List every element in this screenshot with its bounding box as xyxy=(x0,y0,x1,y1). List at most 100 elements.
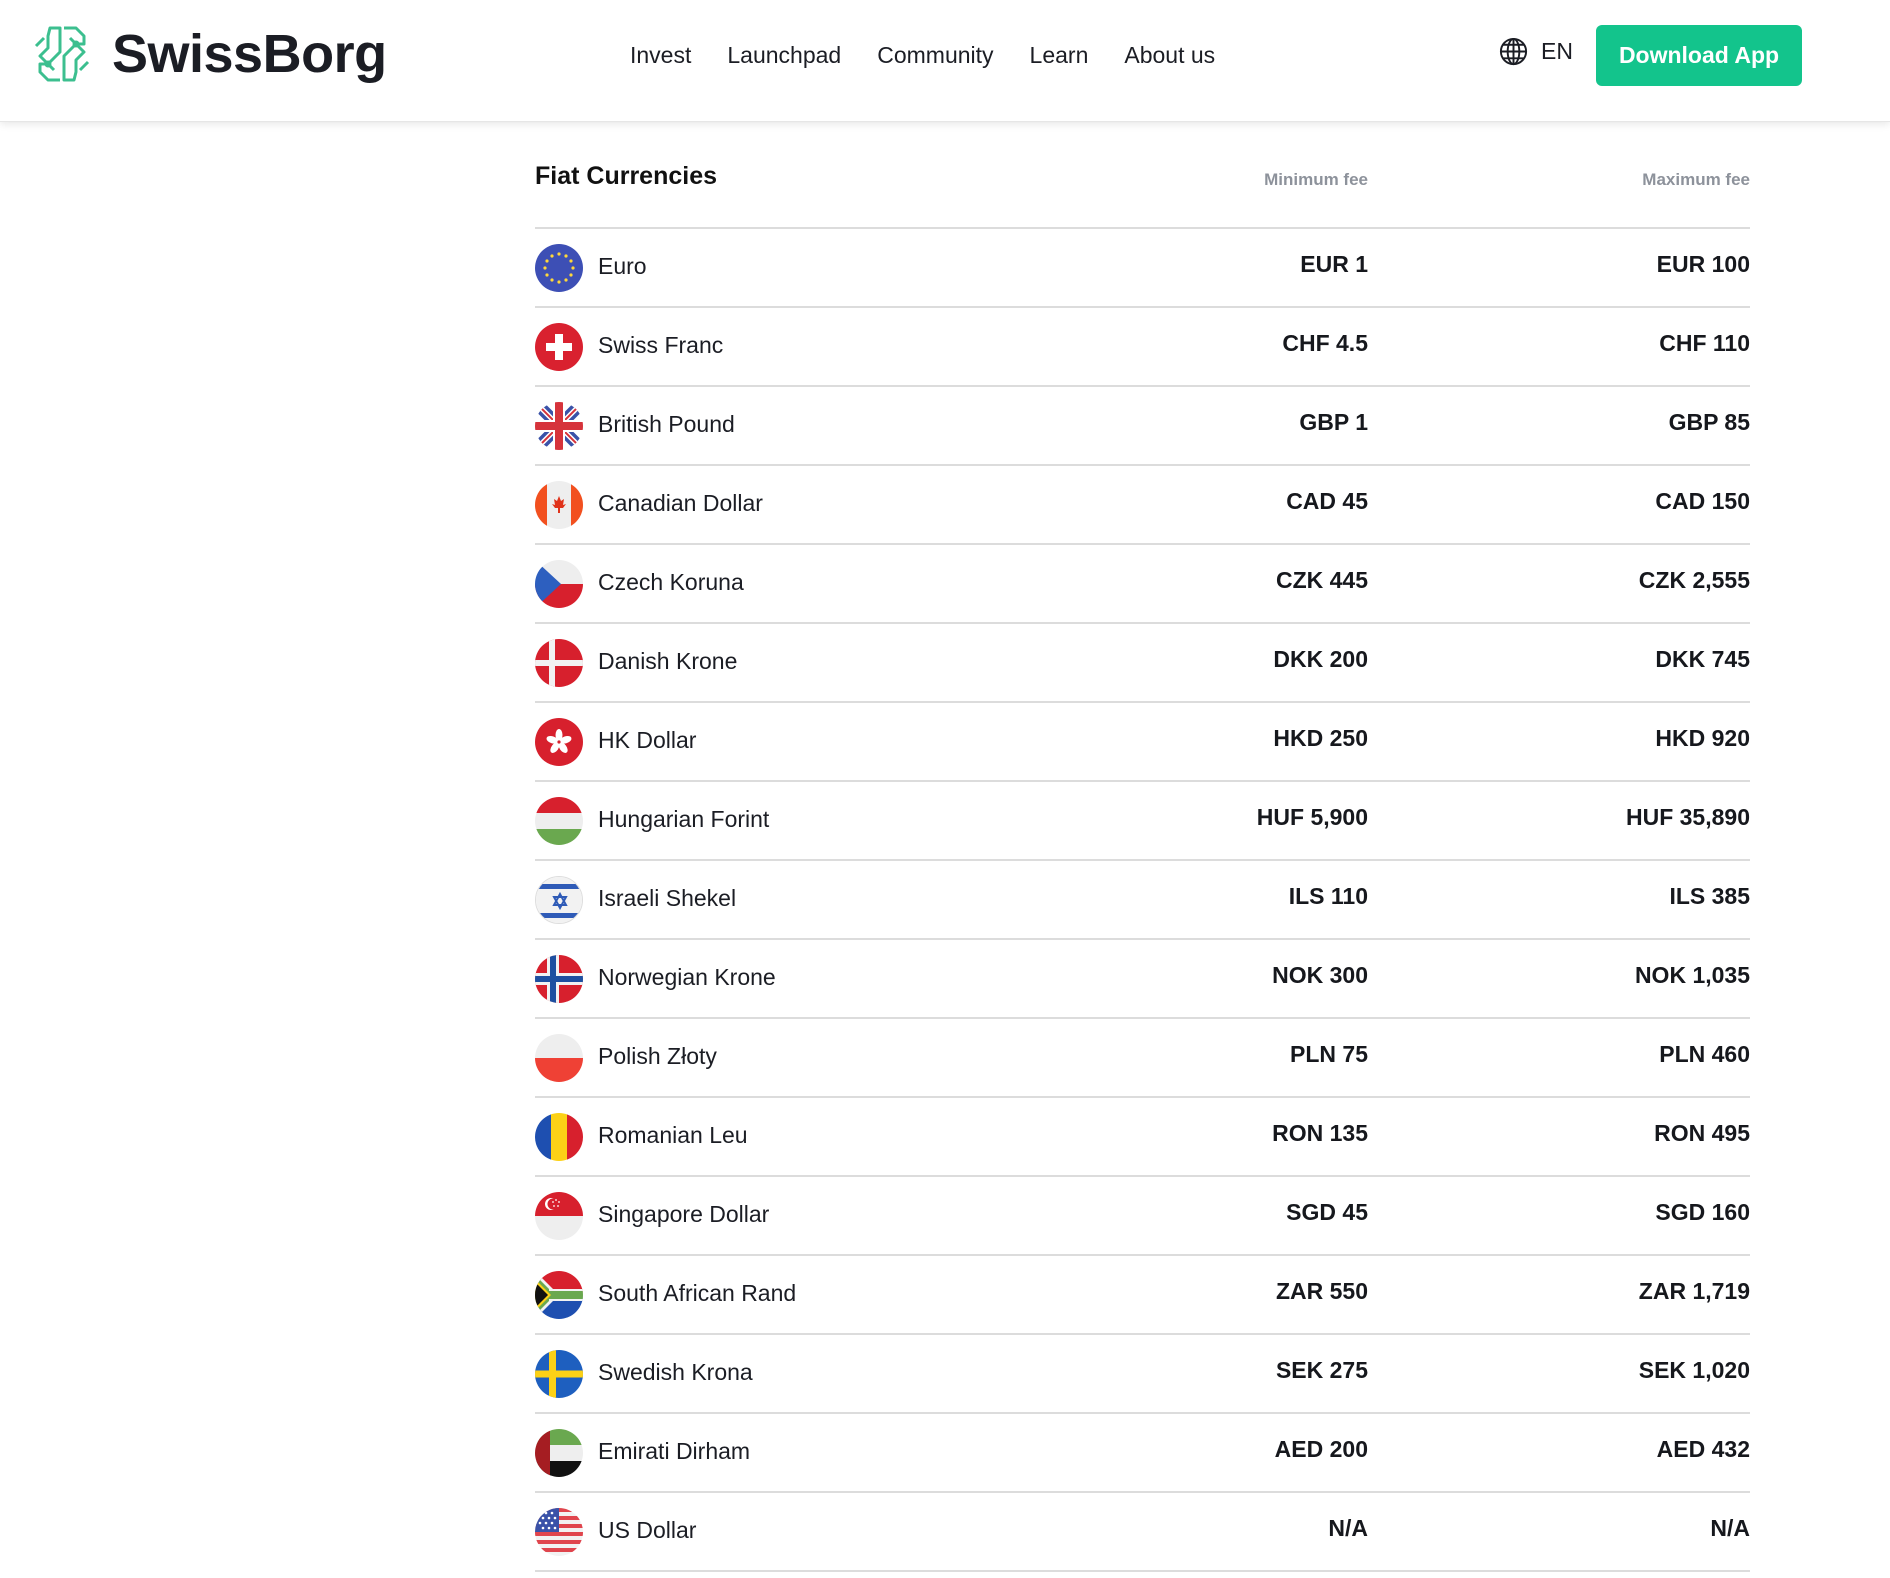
table-row: Israeli Shekel ILS 110 ILS 385 xyxy=(535,861,1750,940)
min-fee-value: GBP 1 xyxy=(1299,409,1368,435)
table-row: Emirati Dirham AED 200 AED 432 xyxy=(535,1414,1750,1493)
eu-flag-icon xyxy=(535,244,583,292)
table-row: Euro EUR 1 EUR 100 xyxy=(535,229,1750,308)
max-fee-value: CAD 150 xyxy=(1655,488,1750,514)
min-fee-value: NOK 300 xyxy=(1272,962,1368,988)
fiat-fees-table: Fiat Currencies Minimum fee Maximum fee … xyxy=(535,140,1750,1572)
no-flag-icon xyxy=(535,955,583,1003)
logo-link[interactable]: SwissBorg xyxy=(30,22,387,86)
pl-flag-icon xyxy=(535,1034,583,1082)
table-row: Swedish Krona SEK 275 SEK 1,020 xyxy=(535,1335,1750,1414)
swissborg-logo-icon xyxy=(34,26,90,82)
gb-flag-icon xyxy=(535,402,583,450)
section-title: Fiat Currencies xyxy=(535,162,718,190)
min-fee-value: N/A xyxy=(1328,1515,1368,1541)
globe-icon xyxy=(1499,37,1528,66)
currency-name: Emirati Dirham xyxy=(598,1438,751,1464)
max-fee-value: DKK 745 xyxy=(1655,646,1750,672)
se-flag-icon xyxy=(535,1350,583,1398)
currency-name: British Pound xyxy=(598,411,735,437)
nav-invest[interactable]: Invest xyxy=(630,36,691,74)
min-fee-value: DKK 200 xyxy=(1273,646,1368,672)
site-header: SwissBorg Invest Launchpad Community Lea… xyxy=(0,0,1890,122)
hk-flag-icon xyxy=(535,718,583,766)
currency-name: Euro xyxy=(598,253,647,279)
max-fee-value: ILS 385 xyxy=(1669,883,1750,909)
table-row: Norwegian Krone NOK 300 NOK 1,035 xyxy=(535,940,1750,1019)
max-fee-value: ZAR 1,719 xyxy=(1638,1278,1750,1304)
max-fee-value: EUR 100 xyxy=(1656,251,1750,277)
nav-learn[interactable]: Learn xyxy=(1030,36,1089,74)
max-fee-value: HKD 920 xyxy=(1655,725,1750,751)
max-fee-value: PLN 460 xyxy=(1659,1041,1750,1067)
min-fee-value: SEK 275 xyxy=(1275,1357,1368,1383)
table-row: Swiss Franc CHF 4.5 CHF 110 xyxy=(535,308,1750,387)
currency-name: HK Dollar xyxy=(598,727,697,753)
nav-community[interactable]: Community xyxy=(877,36,993,74)
column-header-min-fee: Minimum fee xyxy=(1264,170,1368,189)
main-nav: Invest Launchpad Community Learn About u… xyxy=(630,36,1251,74)
currency-name: Hungarian Forint xyxy=(598,806,770,832)
currency-name: South African Rand xyxy=(598,1280,797,1306)
currency-name: Polish Złoty xyxy=(598,1043,717,1069)
table-row: Polish Złoty PLN 75 PLN 460 xyxy=(535,1019,1750,1098)
currency-name: Swiss Franc xyxy=(598,332,724,358)
currency-name: Swedish Krona xyxy=(598,1359,753,1385)
max-fee-value: SGD 160 xyxy=(1655,1199,1750,1225)
max-fee-value: SEK 1,020 xyxy=(1638,1357,1750,1383)
nav-launchpad[interactable]: Launchpad xyxy=(727,36,841,74)
min-fee-value: CZK 445 xyxy=(1275,567,1368,593)
table-row: Singapore Dollar SGD 45 SGD 160 xyxy=(535,1177,1750,1256)
table-row: Danish Krone DKK 200 DKK 745 xyxy=(535,624,1750,703)
nav-about-us[interactable]: About us xyxy=(1124,36,1215,74)
min-fee-value: ZAR 550 xyxy=(1275,1278,1368,1304)
dk-flag-icon xyxy=(535,639,583,687)
min-fee-value: EUR 1 xyxy=(1300,251,1368,277)
currency-name: Romanian Leu xyxy=(598,1122,748,1148)
max-fee-value: HUF 35,890 xyxy=(1625,804,1750,830)
currency-name: Singapore Dollar xyxy=(598,1201,770,1227)
max-fee-value: GBP 85 xyxy=(1668,409,1750,435)
table-row: US Dollar N/A N/A xyxy=(535,1493,1750,1572)
table-row: Hungarian Forint HUF 5,900 HUF 35,890 xyxy=(535,782,1750,861)
ae-flag-icon xyxy=(535,1429,583,1477)
min-fee-value: RON 135 xyxy=(1272,1120,1368,1146)
ro-flag-icon xyxy=(535,1113,583,1161)
max-fee-value: RON 495 xyxy=(1654,1120,1750,1146)
ca-flag-icon xyxy=(535,481,583,529)
language-label: EN xyxy=(1541,38,1573,64)
language-selector[interactable]: EN xyxy=(1498,36,1573,67)
min-fee-value: HUF 5,900 xyxy=(1256,804,1368,830)
table-row: Czech Koruna CZK 445 CZK 2,555 xyxy=(535,545,1750,624)
max-fee-value: NOK 1,035 xyxy=(1634,962,1750,988)
max-fee-value: CZK 2,555 xyxy=(1638,567,1750,593)
currency-name: Israeli Shekel xyxy=(598,885,737,911)
currency-name: Czech Koruna xyxy=(598,569,744,595)
min-fee-value: SGD 45 xyxy=(1286,1199,1368,1225)
currency-name: Norwegian Krone xyxy=(598,964,776,990)
min-fee-value: AED 200 xyxy=(1274,1436,1368,1462)
brand-name: SwissBorg xyxy=(112,24,387,84)
sg-flag-icon xyxy=(535,1192,583,1240)
cz-flag-icon xyxy=(535,560,583,608)
table-header: Fiat Currencies Minimum fee Maximum fee xyxy=(535,140,1750,229)
currency-name: US Dollar xyxy=(598,1517,697,1543)
min-fee-value: CAD 45 xyxy=(1286,488,1368,514)
currency-name: Danish Krone xyxy=(598,648,738,674)
download-app-button[interactable]: Download App xyxy=(1596,25,1802,86)
table-row: Canadian Dollar CAD 45 CAD 150 xyxy=(535,466,1750,545)
table-row: British Pound GBP 1 GBP 85 xyxy=(535,387,1750,466)
ch-flag-icon xyxy=(535,323,583,371)
min-fee-value: CHF 4.5 xyxy=(1282,330,1368,356)
min-fee-value: HKD 250 xyxy=(1273,725,1368,751)
table-row: South African Rand ZAR 550 ZAR 1,719 xyxy=(535,1256,1750,1335)
table-row: Romanian Leu RON 135 RON 495 xyxy=(535,1098,1750,1177)
hu-flag-icon xyxy=(535,797,583,845)
min-fee-value: PLN 75 xyxy=(1290,1041,1368,1067)
max-fee-value: AED 432 xyxy=(1656,1436,1750,1462)
table-row: HK Dollar HKD 250 HKD 920 xyxy=(535,703,1750,782)
il-flag-icon xyxy=(535,876,583,924)
column-header-max-fee: Maximum fee xyxy=(1642,170,1750,189)
max-fee-value: N/A xyxy=(1710,1515,1750,1541)
us-flag-icon xyxy=(535,1508,583,1556)
